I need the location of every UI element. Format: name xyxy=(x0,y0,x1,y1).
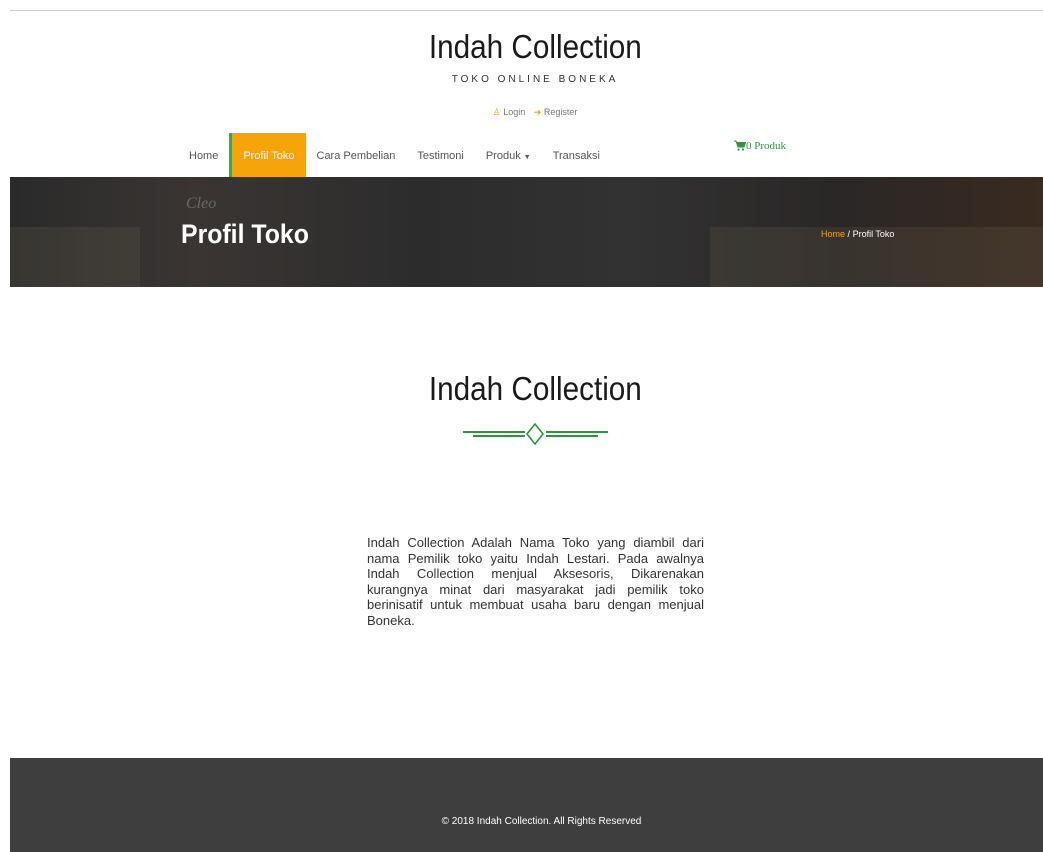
nav-item-transaksi[interactable]: Transaksi xyxy=(542,133,611,177)
footer-copyright: © 2018 Indah Collection. All Rights Rese… xyxy=(441,816,642,827)
main-nav: Home Profil Toko Cara Pembelian Testimon… xyxy=(178,133,611,177)
banner-ghost-text: Cleo xyxy=(186,195,217,212)
site-title[interactable]: Indah Collection xyxy=(429,28,642,66)
login-link[interactable]: ♙ Login xyxy=(493,107,526,117)
diamond-divider-icon xyxy=(463,422,608,446)
breadcrumb-separator: / xyxy=(847,229,851,239)
cart-count: 0 Produk xyxy=(746,140,787,152)
user-icon: ♙ xyxy=(492,107,501,117)
login-label: Login xyxy=(503,107,526,117)
nav-item-produk[interactable]: Produk ▼ xyxy=(475,133,542,177)
banner-shelf-left xyxy=(10,227,140,287)
auth-links: ♙ Login ➜ Register xyxy=(0,107,1043,118)
site-brand: Indah Collection xyxy=(0,28,1043,66)
nav-item-profil-toko[interactable]: Profil Toko xyxy=(229,133,306,177)
caret-down-icon: ▼ xyxy=(523,154,531,161)
section-title-text: Indah Collection xyxy=(428,370,642,407)
arrow-right-icon: ➜ xyxy=(533,107,542,117)
register-link[interactable]: ➜ Register xyxy=(534,107,578,117)
register-label: Register xyxy=(543,107,578,117)
site-footer: © 2018 Indah Collection. All Rights Rese… xyxy=(10,758,1043,852)
nav-item-cara-pembelian[interactable]: Cara Pembelian xyxy=(306,133,407,177)
site-tagline: TOKO ONLINE BONEKA xyxy=(451,74,619,85)
page-title: Profil Toko xyxy=(181,219,309,249)
nav-item-produk-label: Produk xyxy=(485,150,521,162)
breadcrumb-home[interactable]: Home xyxy=(821,229,845,239)
cart-icon xyxy=(734,140,747,151)
nav-item-home[interactable]: Home xyxy=(178,133,229,177)
top-divider xyxy=(10,10,1043,11)
cart-link[interactable]: 0 Produk xyxy=(734,140,786,152)
breadcrumb-current: Profil Toko xyxy=(852,229,895,239)
section-title: Indah Collection xyxy=(0,370,1043,408)
breadcrumb: Home / Profil Toko xyxy=(821,229,894,239)
store-description: Indah Collection Adalah Nama Toko yang d… xyxy=(367,535,704,628)
nav-item-testimoni[interactable]: Testimoni xyxy=(406,133,474,177)
page-banner: Cleo Profil Toko Home / Profil Toko xyxy=(10,177,1043,287)
